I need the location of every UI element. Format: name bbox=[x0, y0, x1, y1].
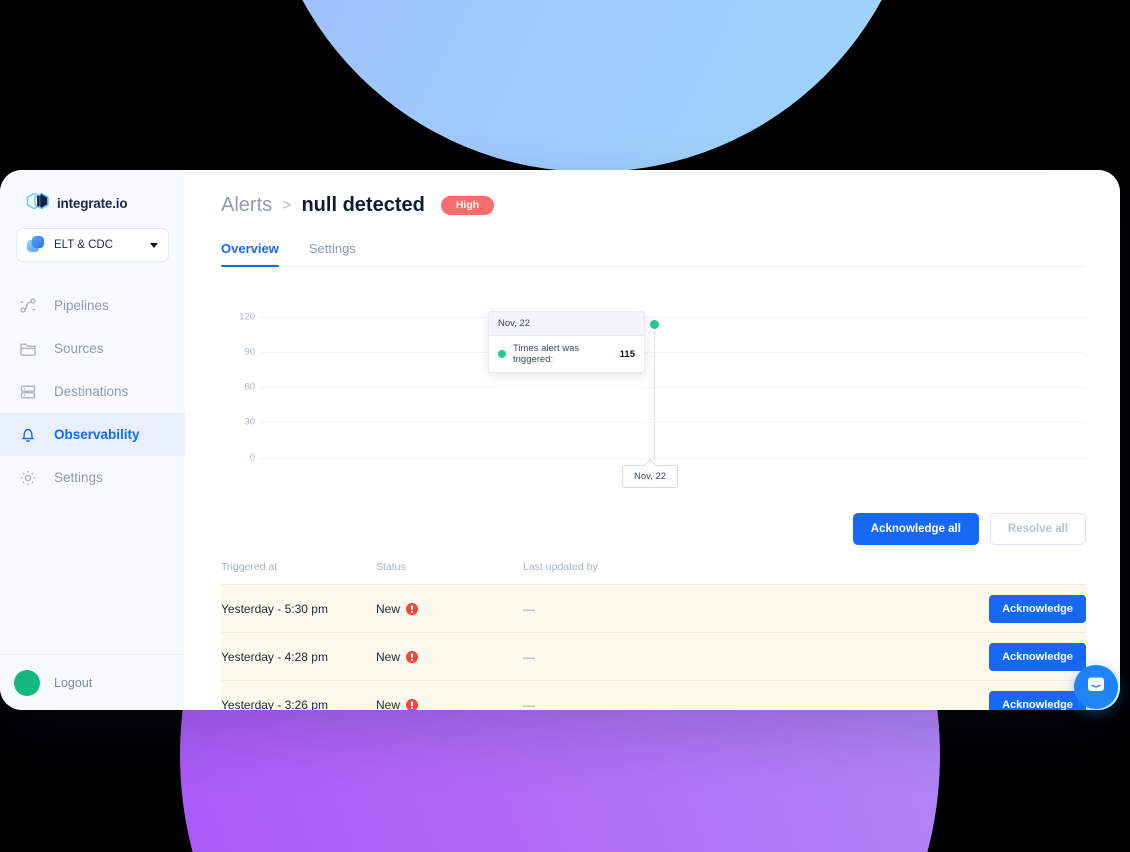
acknowledge-button[interactable]: Acknowledge bbox=[989, 690, 1086, 710]
cell-triggered-at: Yesterday - 4:28 pm bbox=[221, 649, 328, 664]
main-content: Alerts > null detected High Overview Set… bbox=[185, 170, 1120, 710]
chart-hover-guideline bbox=[654, 325, 655, 459]
status-text: New bbox=[376, 649, 401, 664]
bulk-actions: Acknowledge all Resolve all bbox=[221, 513, 1086, 545]
pipeline-icon bbox=[18, 296, 38, 316]
sidebar-item-label: Sources bbox=[54, 341, 104, 356]
status-text: New bbox=[376, 697, 401, 711]
cell-status: New bbox=[376, 650, 523, 664]
column-header-status: Status bbox=[376, 561, 406, 573]
integrate-hexagon-logo-icon bbox=[26, 192, 52, 214]
logout-button[interactable]: Logout bbox=[0, 654, 185, 710]
column-header-triggered-at: Triggered at bbox=[221, 561, 278, 573]
breadcrumb-alerts-link[interactable]: Alerts bbox=[221, 194, 272, 217]
breadcrumb-separator-icon: > bbox=[282, 196, 292, 214]
y-axis-tick: 0 bbox=[249, 452, 255, 464]
sidebar-item-sources[interactable]: Sources bbox=[0, 327, 185, 370]
alerts-table: Triggered at Status Last updated by Yest… bbox=[221, 561, 1086, 710]
chat-launcher-button[interactable] bbox=[1074, 665, 1118, 709]
gear-icon bbox=[18, 468, 38, 488]
tab-bar: Overview Settings bbox=[221, 241, 1086, 267]
folder-icon bbox=[18, 339, 38, 359]
workspace-cube-icon bbox=[27, 236, 45, 254]
bell-icon bbox=[18, 425, 38, 445]
sidebar-item-destinations[interactable]: Destinations bbox=[0, 370, 185, 413]
chat-bubble-icon bbox=[1085, 674, 1107, 701]
y-axis-tick: 90 bbox=[244, 346, 255, 358]
avatar bbox=[14, 669, 40, 696]
table-row: Yesterday - 3:26 pm New — Acknowledge bbox=[221, 680, 1086, 710]
sidebar-item-label: Observability bbox=[54, 427, 140, 442]
x-axis-label-box: Nov, 22 bbox=[622, 465, 679, 488]
cell-last-updated-by: — bbox=[523, 649, 535, 664]
sidebar-nav: Pipelines Sources Destinations Observabi… bbox=[0, 284, 185, 499]
column-header-actions bbox=[956, 561, 1086, 573]
y-axis-tick: 30 bbox=[244, 416, 255, 428]
screenshot-stage: integrate.io ELT & CDC Pipelines Sources… bbox=[0, 0, 1130, 852]
tab-settings[interactable]: Settings bbox=[309, 241, 356, 266]
tab-overview[interactable]: Overview bbox=[221, 241, 279, 267]
decorative-blue-blob bbox=[262, 0, 922, 172]
alert-circle-icon bbox=[406, 650, 419, 663]
brand-name: integrate.io bbox=[57, 195, 128, 211]
cell-status: New bbox=[376, 697, 523, 711]
sidebar: integrate.io ELT & CDC Pipelines Sources… bbox=[0, 170, 185, 710]
database-icon bbox=[18, 382, 38, 402]
resolve-all-button[interactable]: Resolve all bbox=[989, 513, 1086, 545]
tooltip-series-marker-icon bbox=[498, 350, 506, 358]
cell-status: New bbox=[376, 602, 523, 616]
tooltip-series-label: Times alert was triggered: bbox=[513, 343, 580, 365]
alert-trigger-chart: 120 90 60 30 0 Nov, 22 Times alert was t… bbox=[221, 295, 1086, 495]
logout-label: Logout bbox=[54, 675, 93, 690]
breadcrumb: Alerts > null detected High bbox=[221, 170, 1086, 217]
chart-tooltip: Nov, 22 Times alert was triggered: 115 bbox=[488, 311, 645, 373]
column-header-last-updated-by: Last updated by bbox=[523, 561, 598, 573]
chart-data-point[interactable] bbox=[650, 320, 659, 329]
sidebar-item-settings[interactable]: Settings bbox=[0, 456, 185, 499]
alert-circle-icon bbox=[406, 602, 419, 615]
sidebar-item-label: Settings bbox=[54, 470, 103, 485]
y-axis-tick: 60 bbox=[244, 381, 255, 393]
tooltip-series-value: 115 bbox=[619, 348, 635, 360]
alert-circle-icon bbox=[406, 698, 419, 710]
table-header-row: Triggered at Status Last updated by bbox=[221, 561, 1086, 584]
cell-last-updated-by: — bbox=[523, 697, 535, 711]
sidebar-item-observability[interactable]: Observability bbox=[0, 413, 185, 456]
acknowledge-button[interactable]: Acknowledge bbox=[989, 594, 1086, 623]
cell-triggered-at: Yesterday - 3:26 pm bbox=[221, 697, 328, 711]
chevron-down-icon bbox=[150, 242, 158, 248]
sidebar-item-pipelines[interactable]: Pipelines bbox=[0, 284, 185, 327]
workspace-label: ELT & CDC bbox=[54, 239, 114, 251]
table-row: Yesterday - 5:30 pm New — Acknowledge bbox=[221, 584, 1086, 632]
acknowledge-all-button[interactable]: Acknowledge all bbox=[852, 513, 979, 545]
brand-logo[interactable]: integrate.io bbox=[0, 170, 185, 214]
cell-last-updated-by: — bbox=[523, 601, 535, 616]
tooltip-title: Nov, 22 bbox=[489, 312, 644, 336]
y-axis-tick: 120 bbox=[239, 311, 255, 323]
acknowledge-button[interactable]: Acknowledge bbox=[989, 642, 1086, 671]
app-window: integrate.io ELT & CDC Pipelines Sources… bbox=[0, 170, 1120, 710]
sidebar-item-label: Destinations bbox=[54, 384, 129, 399]
status-text: New bbox=[376, 601, 401, 616]
page-title: null detected bbox=[301, 194, 425, 216]
status-badge: High bbox=[440, 196, 495, 215]
cell-triggered-at: Yesterday - 5:30 pm bbox=[221, 601, 328, 616]
workspace-selector[interactable]: ELT & CDC bbox=[16, 228, 169, 262]
sidebar-item-label: Pipelines bbox=[54, 298, 109, 313]
table-row: Yesterday - 4:28 pm New — Acknowledge bbox=[221, 632, 1086, 680]
